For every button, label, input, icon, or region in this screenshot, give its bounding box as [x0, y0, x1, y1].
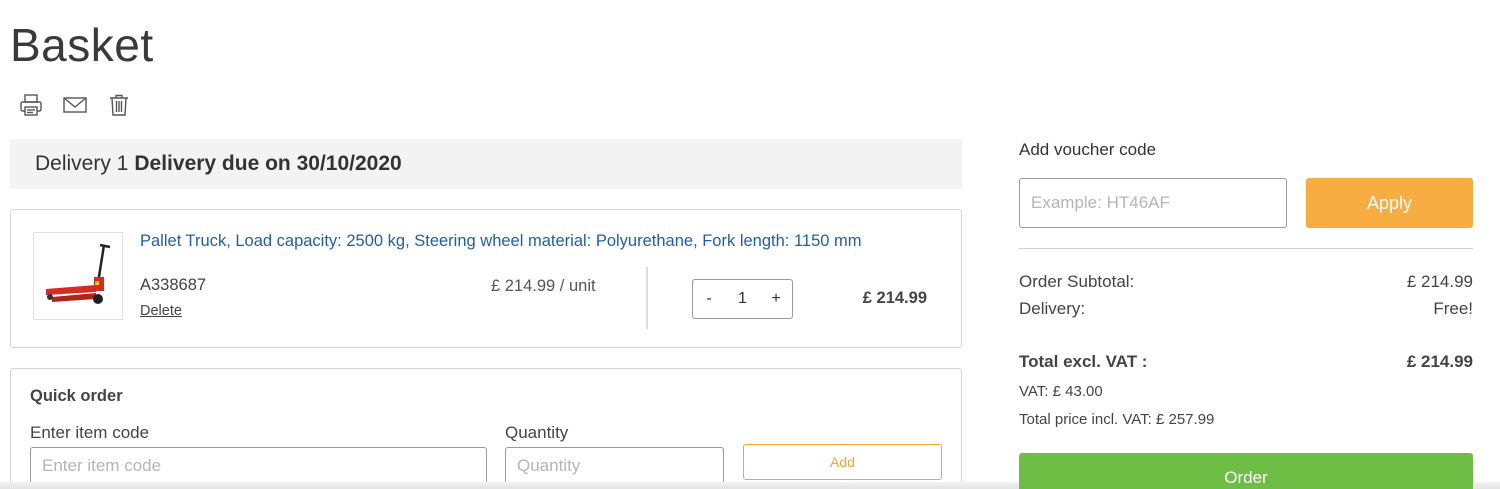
order-summary-sidebar: Add voucher code Apply Order Subtotal: £…	[1019, 0, 1473, 489]
item-code-label: Enter item code	[30, 423, 150, 442]
total-row: Total excl. VAT : £ 214.99	[1019, 352, 1473, 372]
unit-price: £ 214.99 / unit	[491, 277, 596, 295]
total-excl-vat-value: £ 214.99	[1406, 352, 1473, 371]
subtotal-label: Order Subtotal:	[1019, 272, 1135, 291]
delivery-due-date: Delivery due on 30/10/2020	[134, 152, 402, 175]
order-button[interactable]: Order	[1019, 453, 1473, 489]
apply-voucher-button[interactable]: Apply	[1306, 178, 1473, 228]
subtotal-row: Order Subtotal: £ 214.99	[1019, 272, 1473, 292]
product-sku: A338687	[140, 276, 207, 294]
decrement-button[interactable]: -	[701, 290, 717, 308]
divider	[646, 267, 648, 329]
delivery-label: Delivery:	[1019, 299, 1086, 318]
basket-actions	[18, 92, 132, 118]
product-title-link[interactable]: Pallet Truck, Load capacity: 2500 kg, St…	[140, 232, 862, 251]
pallet-truck-image	[46, 243, 111, 304]
total-excl-vat-label: Total excl. VAT :	[1019, 352, 1148, 371]
delivery-value: Free!	[1433, 299, 1473, 318]
delivery-row: Delivery: Free!	[1019, 299, 1473, 319]
quick-order-panel: Quick order Enter item code Quantity Add	[10, 368, 962, 489]
subtotal-value: £ 214.99	[1406, 272, 1473, 291]
increment-button[interactable]: +	[768, 290, 784, 308]
basket-item-card: Pallet Truck, Load capacity: 2500 kg, St…	[10, 209, 962, 348]
quantity-value[interactable]: 1	[738, 290, 747, 308]
delete-item-link[interactable]: Delete	[140, 303, 182, 319]
page-title: Basket	[10, 19, 154, 71]
voucher-code-input[interactable]	[1019, 178, 1287, 228]
delivery-number: Delivery 1	[35, 152, 129, 175]
quantity-stepper: - 1 +	[692, 279, 793, 319]
item-code-input[interactable]	[30, 447, 487, 484]
trash-icon[interactable]	[106, 92, 132, 118]
total-incl-vat: Total price incl. VAT: £ 257.99	[1019, 411, 1215, 428]
quantity-label: Quantity	[505, 423, 569, 442]
voucher-label: Add voucher code	[1019, 140, 1157, 159]
quantity-input[interactable]	[505, 447, 724, 484]
delivery-header: Delivery 1 Delivery due on 30/10/2020	[10, 139, 962, 189]
email-icon[interactable]	[62, 92, 88, 118]
add-button[interactable]: Add	[743, 444, 942, 480]
divider	[1019, 248, 1473, 249]
quick-order-title: Quick order	[30, 387, 123, 405]
vat-amount: VAT: £ 43.00	[1019, 383, 1103, 400]
print-icon[interactable]	[18, 92, 44, 118]
line-total: £ 214.99	[862, 289, 927, 307]
product-image[interactable]	[33, 232, 123, 320]
